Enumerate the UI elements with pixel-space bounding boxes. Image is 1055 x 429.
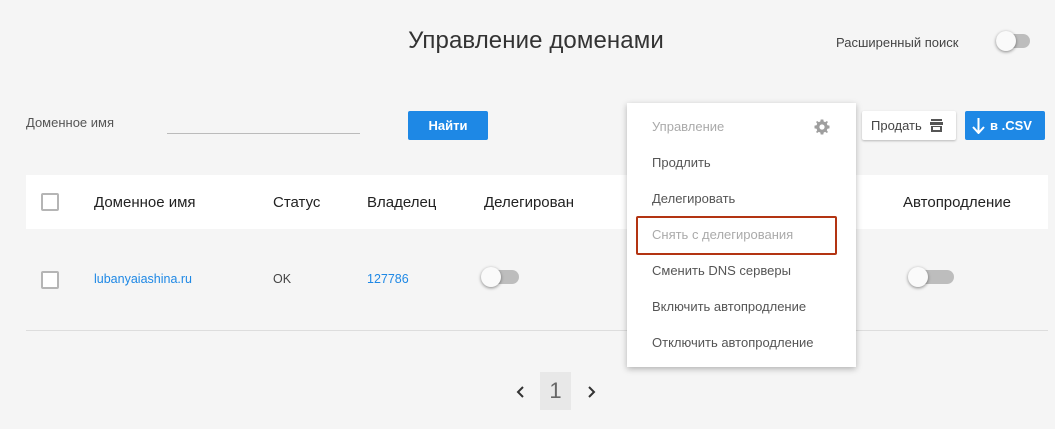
menu-item-delegate[interactable]: Делегировать [652, 191, 735, 206]
owner-link[interactable]: 127786 [367, 272, 409, 286]
menu-item-enable-autorenew[interactable]: Включить автопродление [652, 299, 806, 314]
menu-item-disable-autorenew[interactable]: Отключить автопродление [652, 335, 814, 350]
column-status[interactable]: Статус [273, 194, 320, 211]
highlight-box [636, 216, 837, 255]
domain-search-input[interactable] [167, 112, 360, 134]
column-owner[interactable]: Владелец [367, 194, 436, 211]
toggle-knob [908, 267, 928, 287]
column-delegated[interactable]: Делегирован [484, 194, 574, 211]
delegated-toggle[interactable] [481, 267, 519, 287]
gear-icon[interactable] [814, 119, 830, 135]
pagination-page-current[interactable]: 1 [540, 372, 571, 410]
find-button[interactable]: Найти [408, 111, 488, 140]
export-csv-button[interactable]: в .CSV [965, 111, 1045, 140]
row-checkbox[interactable] [41, 271, 59, 289]
pagination-prev[interactable] [511, 372, 531, 410]
autorenew-toggle[interactable] [908, 267, 954, 287]
table-header: Доменное имя Статус Владелец Делегирован… [26, 175, 1048, 229]
column-domain[interactable]: Доменное имя [94, 194, 196, 211]
menu-item-manage: Управление [652, 119, 725, 134]
toggle-knob [481, 267, 501, 287]
advanced-search-label: Расширенный поиск [836, 35, 959, 50]
sell-button-label: Продать [871, 118, 922, 133]
select-all-checkbox[interactable] [41, 193, 59, 211]
table-row: lubanyaiashina.ru OK 127786 [26, 229, 1048, 331]
chevron-left-icon [516, 386, 524, 398]
advanced-search-toggle[interactable] [996, 31, 1030, 51]
sell-button[interactable]: Продать [862, 111, 956, 140]
store-icon [930, 119, 943, 132]
download-arrow-icon [972, 118, 985, 134]
column-autorenew[interactable]: Автопродление [903, 194, 1011, 211]
domain-search-label: Доменное имя [26, 115, 115, 130]
export-csv-label: в .CSV [990, 118, 1032, 133]
chevron-right-icon [588, 386, 596, 398]
toggle-knob [996, 31, 1016, 51]
pagination-next[interactable] [581, 372, 601, 410]
menu-item-renew[interactable]: Продлить [652, 155, 711, 170]
domain-link[interactable]: lubanyaiashina.ru [94, 272, 192, 286]
menu-item-change-dns[interactable]: Сменить DNS серверы [652, 263, 791, 278]
status-value: OK [273, 272, 292, 286]
